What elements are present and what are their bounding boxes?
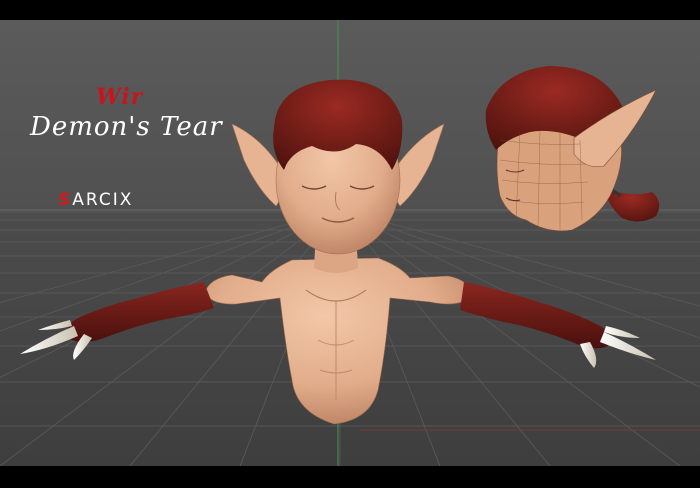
- artwork-title: Demon's Tear: [30, 112, 223, 142]
- render-frame: Wir Demon's Tear SARCIX: [0, 0, 700, 488]
- signature-text: ARCIX: [72, 190, 134, 210]
- artist-signature: SARCIX: [58, 190, 178, 210]
- head-wireframe-view: [485, 66, 660, 232]
- viewport: Wir Demon's Tear SARCIX: [0, 20, 700, 466]
- signature-mark: S: [58, 190, 73, 210]
- title-prefix: Wir: [96, 84, 144, 110]
